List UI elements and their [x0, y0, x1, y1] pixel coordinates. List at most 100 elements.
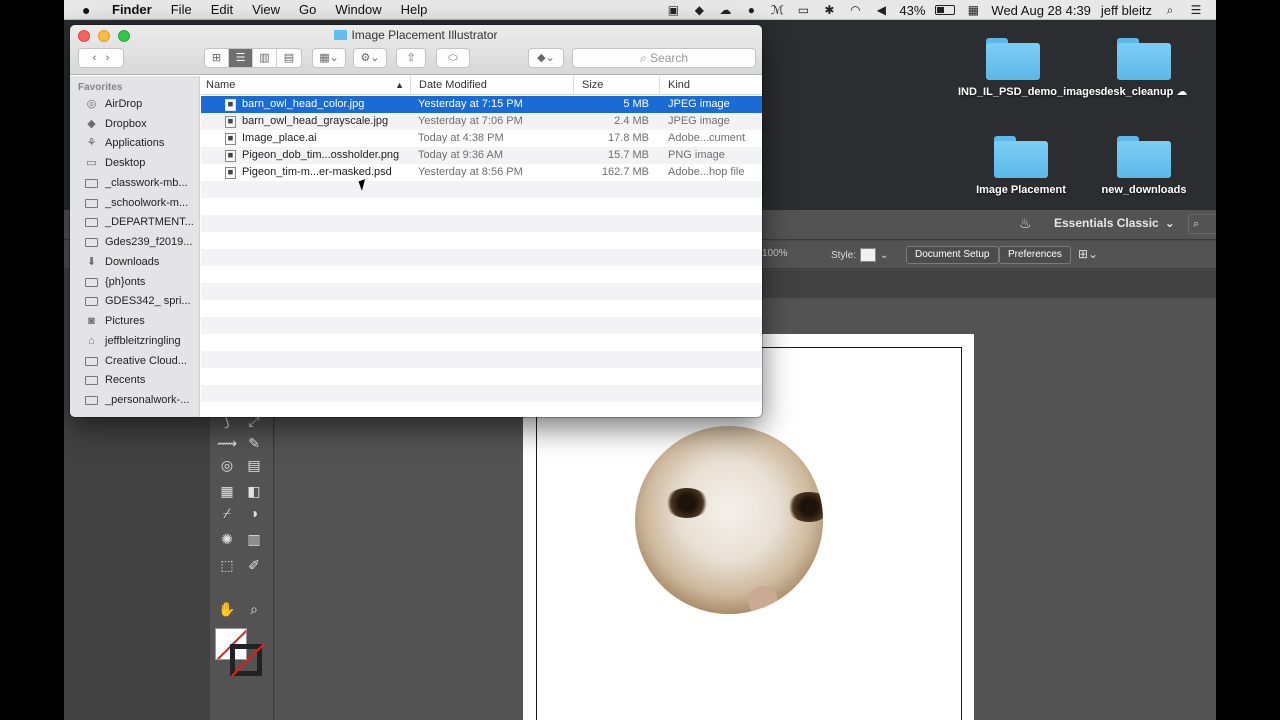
- sidebar-item-folder[interactable]: _schoolwork-m...: [85, 194, 188, 212]
- tag-icon[interactable]: ⬭: [436, 48, 470, 68]
- file-row[interactable]: ◼ Image_place.ai Today at 4:38 PM 17.8 MB Ad…: [201, 130, 762, 147]
- sidebar-item-folder[interactable]: {ph}onts: [85, 273, 145, 291]
- volume-icon[interactable]: ◀: [873, 4, 889, 16]
- sidebar-item-folder[interactable]: Gdes239_f2019...: [85, 233, 192, 251]
- desktop-folder[interactable]: IND_IL_PSD_demo_images: [958, 38, 1101, 99]
- chevron-down-icon[interactable]: ⌄: [880, 250, 888, 261]
- lightbulb-icon[interactable]: ♨: [1019, 215, 1032, 232]
- style-control[interactable]: Style: ⌄: [831, 248, 888, 262]
- file-row[interactable]: ◼ Pigeon_dob_tim...ossholder.png Today at …: [201, 147, 762, 164]
- zoom-tool-icon[interactable]: ⌕: [244, 599, 264, 619]
- file-kind: Adobe...hop file: [668, 166, 745, 178]
- workspace-switcher[interactable]: Essentials Classic ⌄: [1054, 216, 1175, 230]
- search-input[interactable]: ⌕ Search: [572, 48, 756, 68]
- document-setup-button[interactable]: Document Setup: [906, 246, 999, 264]
- creative-cloud-icon: [85, 356, 98, 366]
- list-view-icon[interactable]: ☰: [229, 49, 253, 67]
- battery-icon[interactable]: [935, 5, 956, 15]
- blend-tool-icon[interactable]: ◑: [244, 503, 264, 523]
- width-tool-icon[interactable]: ⟿: [217, 433, 237, 453]
- shape-builder-icon[interactable]: ◎: [217, 455, 237, 475]
- sidebar-item-recents[interactable]: Recents: [85, 371, 145, 389]
- spotlight-search-icon[interactable]: ⌕: [1162, 4, 1178, 16]
- chevron-down-icon: ⌄: [1164, 216, 1175, 230]
- menu-view[interactable]: View: [252, 2, 280, 17]
- bluetooth-icon[interactable]: ✱: [821, 4, 837, 16]
- column-header-date[interactable]: Date Modified: [410, 76, 573, 95]
- column-header-name[interactable]: Name ▲: [201, 76, 410, 95]
- perspective-grid-icon[interactable]: ▤: [244, 455, 264, 475]
- sidebar-item-downloads[interactable]: ⬇ Downloads: [85, 253, 160, 271]
- graph-tool-icon[interactable]: ▥: [244, 529, 264, 549]
- column-header-kind[interactable]: Kind: [659, 76, 762, 95]
- style-swatch[interactable]: [860, 248, 877, 262]
- artboard-tool-icon[interactable]: ⬚: [217, 555, 237, 575]
- grammarly-icon[interactable]: ●: [743, 4, 759, 16]
- pin-tool-icon[interactable]: ✎: [244, 433, 264, 453]
- file-row[interactable]: ◼ barn_owl_head_color.jpg Yesterday at 7:1…: [201, 96, 762, 113]
- sidebar-item-home[interactable]: ⌂ jeffbleitzringling: [85, 332, 180, 350]
- mesh-tool-icon[interactable]: ▦: [217, 481, 237, 501]
- menu-app-name[interactable]: Finder: [112, 2, 152, 17]
- file-name: Pigeon_dob_tim...ossholder.png: [242, 149, 400, 161]
- apple-menu-icon[interactable]: ●: [82, 2, 96, 18]
- column-header-size[interactable]: Size: [573, 76, 659, 95]
- screen-record-icon[interactable]: ▣: [665, 4, 681, 16]
- help-search-icon[interactable]: ⌕: [1188, 214, 1216, 234]
- sidebar-item-folder[interactable]: _classwork-mb...: [85, 174, 188, 192]
- file-size: 15.7 MB: [608, 149, 649, 161]
- menu-edit[interactable]: Edit: [211, 2, 233, 17]
- sidebar-item-applications[interactable]: ⚘ Applications: [85, 134, 165, 152]
- battery-percent[interactable]: 43%: [899, 3, 925, 18]
- arrange-icon[interactable]: ⊞⌄: [1078, 247, 1098, 261]
- user-menu[interactable]: jeff bleitz: [1101, 3, 1152, 18]
- menu-help[interactable]: Help: [401, 2, 428, 17]
- wifi-icon[interactable]: ◠: [847, 4, 863, 16]
- dropbox-status-icon[interactable]: ◆: [691, 4, 707, 16]
- downloads-icon: ⬇: [86, 255, 97, 268]
- opacity-value[interactable]: 100%: [762, 248, 788, 259]
- eyedropper-icon[interactable]: ⌿: [217, 503, 237, 523]
- creative-cloud-status-icon[interactable]: ☁: [717, 4, 733, 16]
- action-gear-icon[interactable]: ⚙⌄: [353, 48, 387, 68]
- sidebar-item-pictures[interactable]: ◙ Pictures: [85, 312, 145, 330]
- empty-row: [201, 317, 762, 334]
- slice-tool-icon[interactable]: ✐: [244, 555, 264, 575]
- back-forward-buttons[interactable]: ‹ ›: [78, 48, 124, 68]
- placed-owl-image[interactable]: [635, 426, 823, 614]
- file-row[interactable]: ◼ barn_owl_head_grayscale.jpg Yesterday at…: [201, 113, 762, 130]
- symbol-tool-icon[interactable]: ✺: [217, 529, 237, 549]
- stroke-swatch[interactable]: [230, 644, 262, 676]
- finder-window[interactable]: Image Placement Illustrator ‹ › ⊞ ☰ ▥ ▤ …: [70, 25, 762, 417]
- hand-tool-icon[interactable]: ✋: [217, 599, 237, 619]
- desktop-folder[interactable]: desk_cleanup ☁: [1089, 38, 1199, 99]
- menu-window[interactable]: Window: [335, 2, 381, 17]
- desktop-folder[interactable]: new_downloads: [1089, 136, 1199, 197]
- gradient-tool-icon[interactable]: ◧: [244, 481, 264, 501]
- sidebar-item-folder[interactable]: _DEPARTMENT...: [85, 213, 194, 231]
- finder-titlebar[interactable]: Image Placement Illustrator ‹ › ⊞ ☰ ▥ ▤ …: [70, 25, 762, 75]
- airplay-icon[interactable]: ▭: [795, 4, 811, 16]
- clock[interactable]: Wed Aug 28 4:39: [991, 3, 1091, 18]
- icon-view-icon[interactable]: ⊞: [205, 49, 229, 67]
- sidebar-item-airdrop[interactable]: ◎ AirDrop: [85, 95, 143, 113]
- sidebar-item-creative-cloud[interactable]: Creative Cloud...: [85, 352, 187, 370]
- view-mode-control[interactable]: ⊞ ☰ ▥ ▤: [204, 48, 302, 68]
- script-icon[interactable]: ℳ: [769, 4, 785, 16]
- share-icon[interactable]: ⇧: [396, 48, 426, 68]
- calendar-icon[interactable]: ▦: [965, 4, 981, 16]
- gallery-view-icon[interactable]: ▤: [277, 49, 301, 67]
- sidebar-item-dropbox[interactable]: ◆ Dropbox: [85, 115, 146, 133]
- preferences-button[interactable]: Preferences: [999, 246, 1071, 264]
- sidebar-item-folder[interactable]: _personalwork-...: [85, 391, 189, 409]
- desktop-folder[interactable]: Image Placement: [966, 136, 1076, 197]
- dropbox-menu-icon[interactable]: ◆⌄: [528, 48, 564, 68]
- menu-go[interactable]: Go: [299, 2, 316, 17]
- group-by-icon[interactable]: ▦⌄: [312, 48, 346, 68]
- column-view-icon[interactable]: ▥: [253, 49, 277, 67]
- file-row[interactable]: ◼ Pigeon_tim-m...er-masked.psd Yesterday a…: [201, 164, 762, 181]
- menu-file[interactable]: File: [171, 2, 192, 17]
- notification-center-icon[interactable]: ☰: [1188, 4, 1204, 16]
- sidebar-item-folder[interactable]: GDES342_ spri...: [85, 292, 191, 310]
- sidebar-item-desktop[interactable]: ▭ Desktop: [85, 154, 145, 172]
